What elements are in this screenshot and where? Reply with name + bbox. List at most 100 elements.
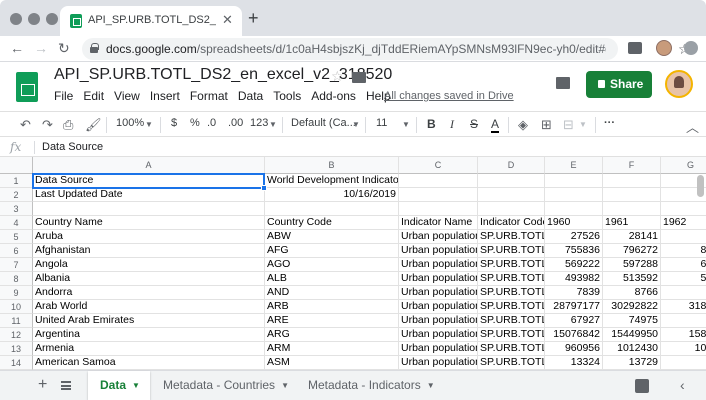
row-header[interactable]: 10 <box>0 300 33 314</box>
table-cell[interactable]: Afghanistan <box>33 244 265 258</box>
menu-view[interactable]: View <box>114 89 140 103</box>
spreadsheet-grid[interactable]: A B C D E F G 1 Data Source World Development Ind… <box>0 157 706 370</box>
table-cell[interactable]: Urban population <box>399 286 478 300</box>
reload-icon[interactable]: ↻ <box>58 40 70 57</box>
decrease-decimal-button[interactable]: .0 <box>207 117 216 129</box>
borders-icon[interactable]: ⊞ <box>541 117 552 133</box>
explore-icon[interactable] <box>635 379 649 393</box>
table-cell[interactable] <box>545 188 603 202</box>
table-cell[interactable]: 755836 <box>545 244 603 258</box>
row-header[interactable]: 9 <box>0 286 33 300</box>
merge-chevron-down-icon[interactable]: ▼ <box>579 120 587 129</box>
row-header[interactable]: 6 <box>0 244 33 258</box>
row-header[interactable]: 3 <box>0 202 33 216</box>
sheet-tab-data[interactable]: Data ▼ <box>88 371 150 400</box>
font-size-select[interactable]: 11 <box>376 117 387 129</box>
table-cell[interactable]: United Arab Emirates <box>33 314 265 328</box>
table-cell[interactable]: SP.URB.TOTL <box>478 356 545 370</box>
table-cell[interactable]: 1962 <box>661 216 706 230</box>
redo-icon[interactable]: ↷ <box>42 117 53 133</box>
menu-insert[interactable]: Insert <box>150 89 180 103</box>
sheet-tab-chevron-down-icon[interactable]: ▼ <box>132 381 140 390</box>
row-header[interactable]: 13 <box>0 342 33 356</box>
url-input[interactable]: docs.google.com/spreadsheets/d/1c0aH4sbj… <box>82 38 691 60</box>
star-document-icon[interactable]: ☆ <box>331 68 344 85</box>
row-header[interactable]: 4 <box>0 216 33 230</box>
table-cell[interactable] <box>478 188 545 202</box>
row-header[interactable]: 1 <box>0 174 33 188</box>
percent-format-button[interactable]: % <box>190 117 200 129</box>
table-cell[interactable]: Urban population <box>399 230 478 244</box>
font-select[interactable]: Default (Ca... <box>291 117 356 129</box>
minimize-window-icon[interactable] <box>28 13 40 25</box>
menu-tools[interactable]: Tools <box>273 89 301 103</box>
table-cell[interactable] <box>399 174 478 188</box>
browser-tab[interactable]: API_SP.URB.TOTL_DS2_en_excel_v2_318520 -… <box>60 6 242 36</box>
table-cell[interactable]: SP.URB.TOTL <box>478 328 545 342</box>
row-header[interactable]: 11 <box>0 314 33 328</box>
table-cell[interactable]: 13729 <box>603 356 661 370</box>
table-cell[interactable]: 15076842 <box>545 328 603 342</box>
table-cell[interactable] <box>603 202 661 216</box>
table-cell[interactable]: SP.URB.TOTL <box>478 286 545 300</box>
forward-icon[interactable]: → <box>34 40 48 56</box>
table-cell[interactable]: Argentina <box>33 328 265 342</box>
currency-format-button[interactable]: $ <box>171 117 177 129</box>
table-cell[interactable]: Urban population <box>399 272 478 286</box>
table-cell[interactable]: SP.URB.TOTL <box>478 272 545 286</box>
table-cell[interactable]: Urban population <box>399 314 478 328</box>
table-cell[interactable]: Urban population <box>399 258 478 272</box>
table-cell[interactable]: 74975 <box>603 314 661 328</box>
save-status[interactable]: All changes saved in Drive <box>384 90 514 102</box>
table-cell[interactable]: 67927 <box>545 314 603 328</box>
menu-edit[interactable]: Edit <box>83 89 104 103</box>
table-cell[interactable] <box>545 202 603 216</box>
table-cell[interactable]: Albania <box>33 272 265 286</box>
sheet-tab-metadata-indicators[interactable]: Metadata - Indicators ▼ <box>296 371 446 400</box>
row-header[interactable]: 2 <box>0 188 33 202</box>
sheet-tab-chevron-down-icon[interactable]: ▼ <box>281 381 289 390</box>
column-header-a[interactable]: A <box>33 157 265 174</box>
table-cell[interactable]: 31856 <box>661 300 706 314</box>
table-cell[interactable]: 10/16/2019 <box>265 188 399 202</box>
table-cell[interactable]: 28141 <box>603 230 661 244</box>
sheets-logo-icon[interactable] <box>16 72 38 102</box>
browser-profile-avatar[interactable] <box>656 40 672 56</box>
table-cell[interactable]: 15815 <box>661 328 706 342</box>
table-cell[interactable]: ARM <box>265 342 399 356</box>
table-cell[interactable]: Angola <box>33 258 265 272</box>
table-cell[interactable]: 1012430 <box>603 342 661 356</box>
row-header[interactable]: 14 <box>0 356 33 370</box>
table-cell[interactable]: ARG <box>265 328 399 342</box>
more-formats-button[interactable]: 123 <box>250 117 268 129</box>
vertical-scrollbar[interactable] <box>697 175 704 197</box>
table-cell[interactable]: AFG <box>265 244 399 258</box>
row-header[interactable]: 12 <box>0 328 33 342</box>
table-cell[interactable]: American Samoa <box>33 356 265 370</box>
column-header-e[interactable]: E <box>545 157 603 174</box>
table-cell[interactable]: 14 <box>661 356 706 370</box>
row-header[interactable]: 5 <box>0 230 33 244</box>
table-cell[interactable]: 796272 <box>603 244 661 258</box>
table-cell[interactable]: AGO <box>265 258 399 272</box>
table-cell[interactable]: AND <box>265 286 399 300</box>
row-header[interactable]: 8 <box>0 272 33 286</box>
table-cell[interactable]: Armenia <box>33 342 265 356</box>
zoom-select[interactable]: 100% <box>116 117 144 129</box>
lock-icon[interactable] <box>90 43 99 53</box>
table-cell[interactable]: 84 <box>661 314 706 328</box>
close-tab-icon[interactable]: ✕ <box>222 12 233 28</box>
column-header-b[interactable]: B <box>265 157 399 174</box>
row-header[interactable]: 7 <box>0 258 33 272</box>
table-cell[interactable] <box>399 188 478 202</box>
table-cell[interactable]: 628 <box>661 258 706 272</box>
table-cell[interactable] <box>478 174 545 188</box>
column-header-c[interactable]: C <box>399 157 478 174</box>
paint-format-icon[interactable]: 🖌 <box>85 117 102 133</box>
more-toolbar-button[interactable]: ··· <box>604 117 615 129</box>
table-cell[interactable] <box>33 202 265 216</box>
table-cell[interactable]: 513592 <box>603 272 661 286</box>
table-cell[interactable]: 839 <box>661 244 706 258</box>
table-cell[interactable] <box>478 202 545 216</box>
italic-button[interactable]: I <box>450 117 454 132</box>
